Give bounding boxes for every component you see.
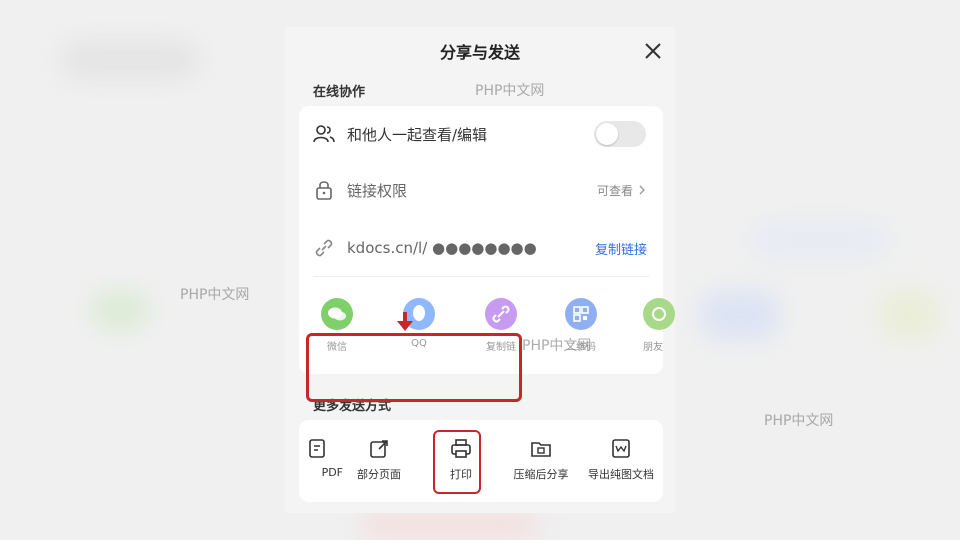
permission-label: 链接权限 (347, 181, 408, 200)
permission-row[interactable]: 链接权限 可查看 (299, 162, 663, 218)
dialog-title: 分享与发送 (439, 43, 520, 62)
copy-link-button[interactable]: 复制链接 (595, 239, 647, 258)
zip-icon (531, 442, 551, 457)
arrow-down-icon (397, 312, 413, 331)
tool-name: 部分页面 (357, 468, 401, 481)
users-icon (313, 125, 335, 143)
more-tools-card: PDF 部分页面 打印 压缩后分享 导出纯图文档 (299, 420, 663, 502)
link-icon (485, 298, 517, 330)
watermark: PHP中文网 (522, 338, 592, 354)
watermark: PHP中文网 (180, 287, 250, 303)
collab-toggle[interactable] (594, 121, 646, 147)
qrcode-icon (565, 298, 597, 330)
online-collab-label: 在线协作 (313, 85, 366, 100)
highlight-box-print (433, 430, 481, 494)
close-icon[interactable] (643, 41, 663, 61)
image-doc-icon (612, 439, 630, 458)
divider (313, 276, 649, 277)
tool-partial-page[interactable]: 部分页面 (339, 438, 419, 482)
tool-name: 导出纯图文档 (588, 468, 654, 481)
watermark: PHP中文网 (475, 83, 545, 99)
share-app-moments[interactable]: 朋友 (629, 298, 675, 353)
lock-icon (316, 181, 332, 200)
permission-value[interactable]: 可查看 (597, 182, 633, 199)
share-app-name: 朋友 (643, 342, 663, 353)
link-row: kdocs.cn/l/ ●●●●●●●● 复制链接 (299, 220, 663, 276)
pdf-icon (309, 439, 325, 458)
chevron-right-icon (639, 185, 645, 195)
tool-export-image-doc[interactable]: 导出纯图文档 (581, 438, 661, 482)
collab-row[interactable]: 和他人一起查看/编辑 (299, 106, 663, 162)
wechat-icon (321, 298, 353, 330)
moments-icon (643, 298, 675, 330)
link-icon (315, 239, 333, 257)
collab-label: 和他人一起查看/编辑 (347, 125, 488, 144)
link-text: kdocs.cn/l/ ●●●●●●●● (347, 239, 537, 257)
highlight-box-share-apps (306, 333, 522, 402)
watermark: PHP中文网 (764, 413, 834, 429)
tool-compress-share[interactable]: 压缩后分享 (501, 438, 581, 482)
tool-name: 压缩后分享 (513, 468, 569, 481)
share-page-icon (370, 440, 388, 458)
